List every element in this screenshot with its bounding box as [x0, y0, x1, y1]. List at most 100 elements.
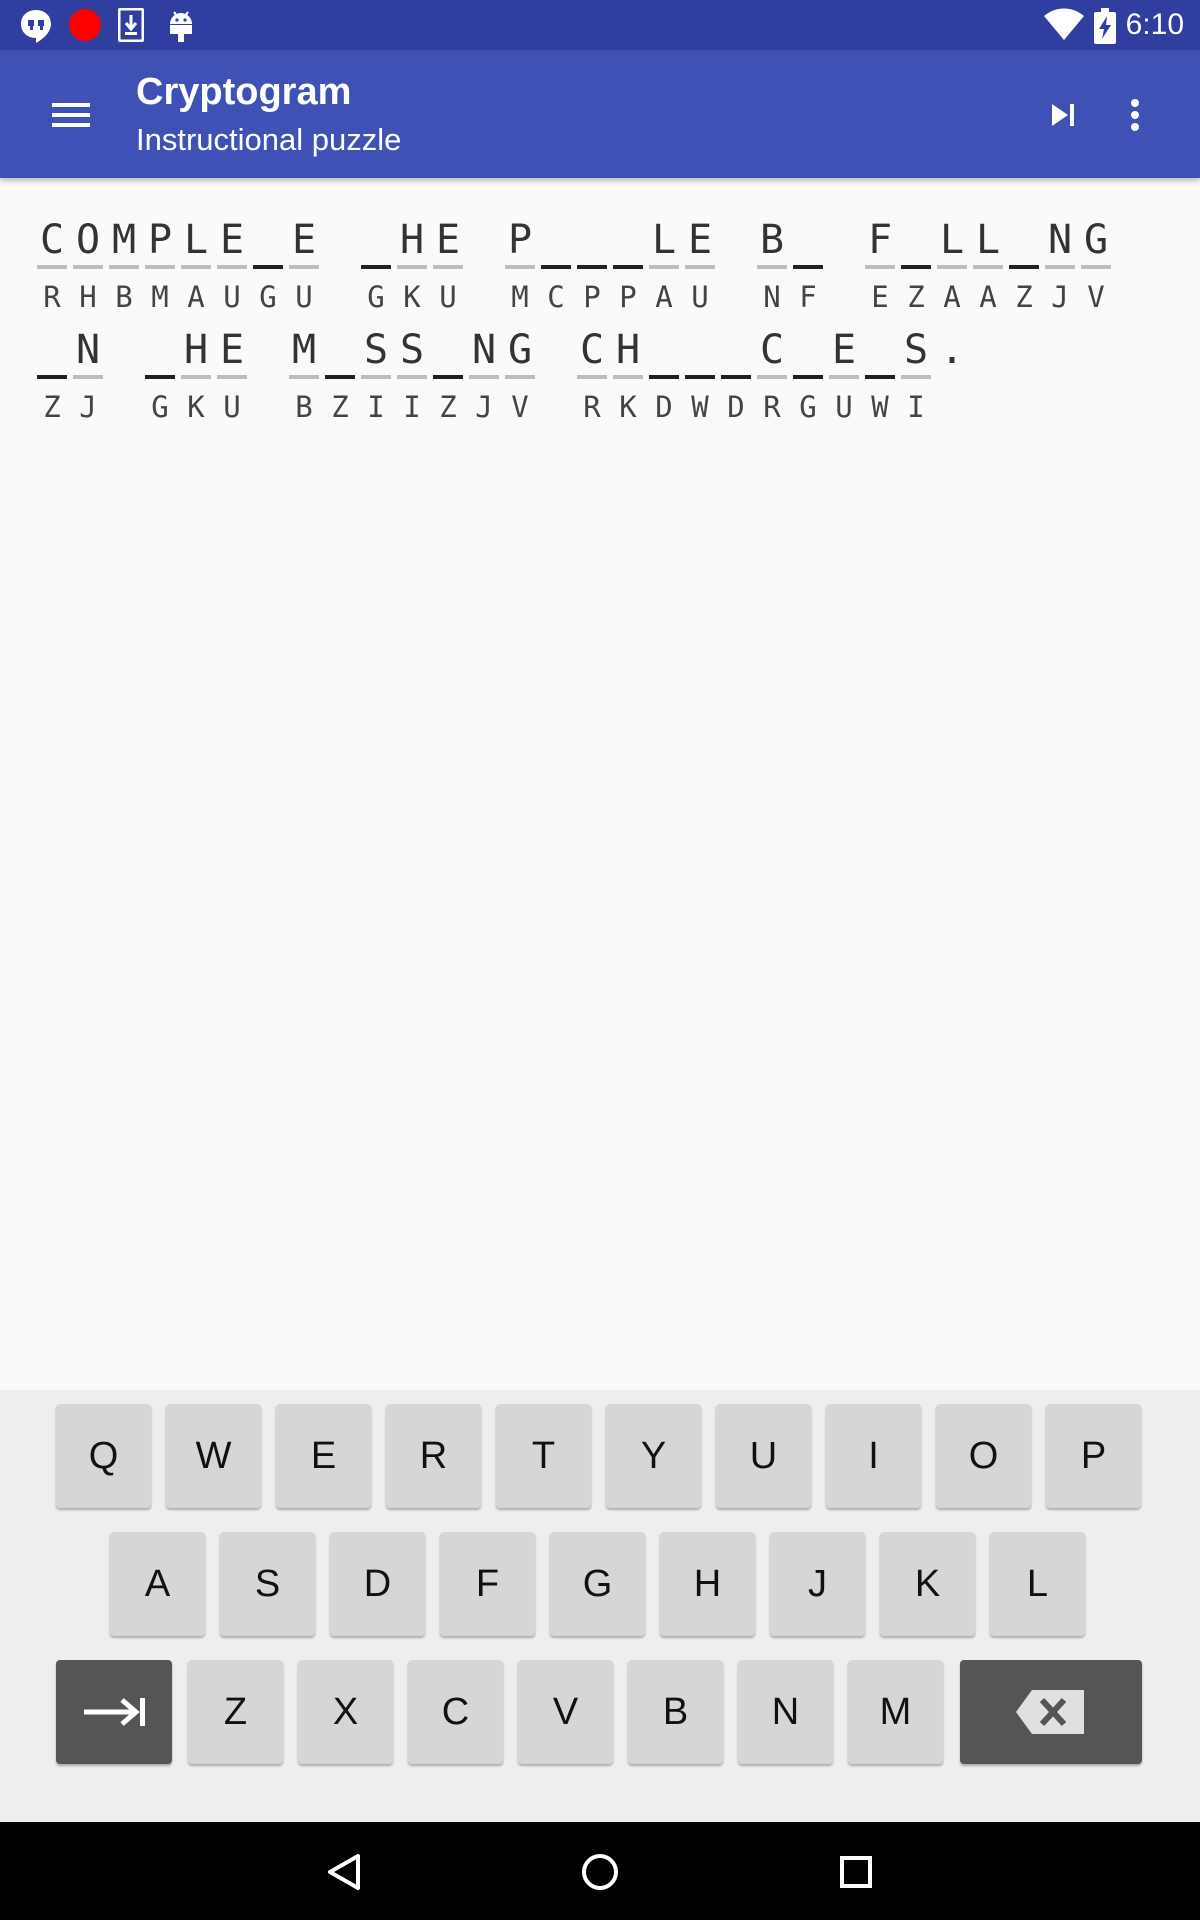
letter-cell[interactable]: EU [286, 210, 322, 320]
letter-cell[interactable]: P [574, 210, 610, 320]
key-e[interactable]: E [276, 1404, 371, 1508]
key-l[interactable]: L [990, 1532, 1085, 1636]
letter-cell[interactable]: Z [1006, 210, 1042, 320]
letter-cell[interactable]: P [610, 210, 646, 320]
key-k[interactable]: K [880, 1532, 975, 1636]
key-a[interactable]: A [110, 1532, 205, 1636]
key-o[interactable]: O [936, 1404, 1031, 1508]
key-v[interactable]: V [518, 1660, 613, 1764]
key-i[interactable]: I [826, 1404, 921, 1508]
letter-cell[interactable]: PM [502, 210, 538, 320]
letter-cell[interactable]: SI [358, 320, 394, 430]
letter-cell[interactable]: SI [394, 320, 430, 430]
key-c[interactable]: C [408, 1660, 503, 1764]
letter-cell[interactable]: MB [106, 210, 142, 320]
guess-letter: L [939, 217, 965, 263]
letter-cell[interactable]: G [250, 210, 286, 320]
letter-cell[interactable]: EU [682, 210, 718, 320]
letter-cell[interactable]: HK [610, 320, 646, 430]
key-q[interactable]: Q [56, 1404, 151, 1508]
letter-underline [145, 375, 175, 379]
key-b[interactable]: B [628, 1660, 723, 1764]
letter-cell[interactable]: G [358, 210, 394, 320]
backspace-key[interactable] [960, 1660, 1142, 1764]
letter-cell[interactable]: LA [970, 210, 1006, 320]
letter-cell[interactable]: NJ [1042, 210, 1078, 320]
guess-letter: E [687, 217, 713, 263]
letter-cell[interactable]: Z [430, 320, 466, 430]
guess-letter [898, 216, 934, 264]
key-s[interactable]: S [220, 1532, 315, 1636]
cipher-letter: E [871, 280, 889, 314]
letter-cell[interactable]: W [862, 320, 898, 430]
letter-underline [397, 265, 427, 269]
tab-key[interactable] [56, 1660, 172, 1764]
letter-cell[interactable]: W [682, 320, 718, 430]
menu-button[interactable] [36, 86, 106, 142]
letter-cell[interactable]: Z [322, 320, 358, 430]
letter-cell[interactable]: EU [214, 210, 250, 320]
letter-underline [433, 265, 463, 269]
back-button[interactable] [316, 1844, 372, 1900]
key-f[interactable]: F [440, 1532, 535, 1636]
letter-underline [37, 375, 67, 379]
recents-icon [840, 1856, 872, 1888]
letter-underline [721, 375, 751, 379]
letter-cell[interactable]: CR [574, 320, 610, 430]
letter-cell[interactable]: CR [754, 320, 790, 430]
recents-button[interactable] [828, 1844, 884, 1900]
skip-puzzle-button[interactable] [1040, 90, 1090, 140]
letter-cell[interactable]: F [790, 210, 826, 320]
letter-cell[interactable]: HK [178, 320, 214, 430]
guess-letter: M [111, 217, 137, 263]
key-g[interactable]: G [550, 1532, 645, 1636]
letter-cell[interactable]: SI [898, 320, 934, 430]
letter-cell[interactable]: CR [34, 210, 70, 320]
key-h[interactable]: H [660, 1532, 755, 1636]
letter-cell[interactable]: Z [898, 210, 934, 320]
key-x[interactable]: X [298, 1660, 393, 1764]
letter-cell[interactable]: Z [34, 320, 70, 430]
key-w[interactable]: W [166, 1404, 261, 1508]
letter-cell[interactable]: GV [502, 320, 538, 430]
letter-cell[interactable]: MB [286, 320, 322, 430]
key-y[interactable]: Y [606, 1404, 701, 1508]
letter-cell[interactable]: C [538, 210, 574, 320]
cipher-letter: W [691, 390, 709, 424]
more-options-button[interactable] [1110, 90, 1160, 140]
letter-cell[interactable]: PM [142, 210, 178, 320]
key-r[interactable]: R [386, 1404, 481, 1508]
letter-cell[interactable]: GV [1078, 210, 1114, 320]
letter-cell[interactable]: LA [646, 210, 682, 320]
letter-cell[interactable]: LA [934, 210, 970, 320]
letter-cell[interactable]: EU [214, 320, 250, 430]
key-u[interactable]: U [716, 1404, 811, 1508]
key-j[interactable]: J [770, 1532, 865, 1636]
letter-cell[interactable]: HK [394, 210, 430, 320]
guess-letter [790, 216, 826, 264]
letter-cell[interactable]: OH [70, 210, 106, 320]
letter-cell[interactable]: G [790, 320, 826, 430]
key-d[interactable]: D [330, 1532, 425, 1636]
letter-underline [397, 375, 427, 379]
letter-cell[interactable]: NJ [70, 320, 106, 430]
letter-cell[interactable]: D [718, 320, 754, 430]
letter-cell[interactable]: LA [178, 210, 214, 320]
key-z[interactable]: Z [188, 1660, 283, 1764]
key-t[interactable]: T [496, 1404, 591, 1508]
letter-cell[interactable]: D [646, 320, 682, 430]
letter-underline [865, 375, 895, 379]
key-p[interactable]: P [1046, 1404, 1141, 1508]
letter-cell[interactable]: G [142, 320, 178, 430]
letter-underline [649, 375, 679, 379]
letter-cell[interactable]: NJ [466, 320, 502, 430]
letter-cell[interactable]: FE [862, 210, 898, 320]
letter-cell[interactable]: BN [754, 210, 790, 320]
key-n[interactable]: N [738, 1660, 833, 1764]
cipher-letter: G [367, 280, 385, 314]
home-button[interactable] [572, 1844, 628, 1900]
letter-cell[interactable]: EU [826, 320, 862, 430]
letter-underline [757, 375, 787, 379]
letter-cell[interactable]: EU [430, 210, 466, 320]
key-m[interactable]: M [848, 1660, 943, 1764]
